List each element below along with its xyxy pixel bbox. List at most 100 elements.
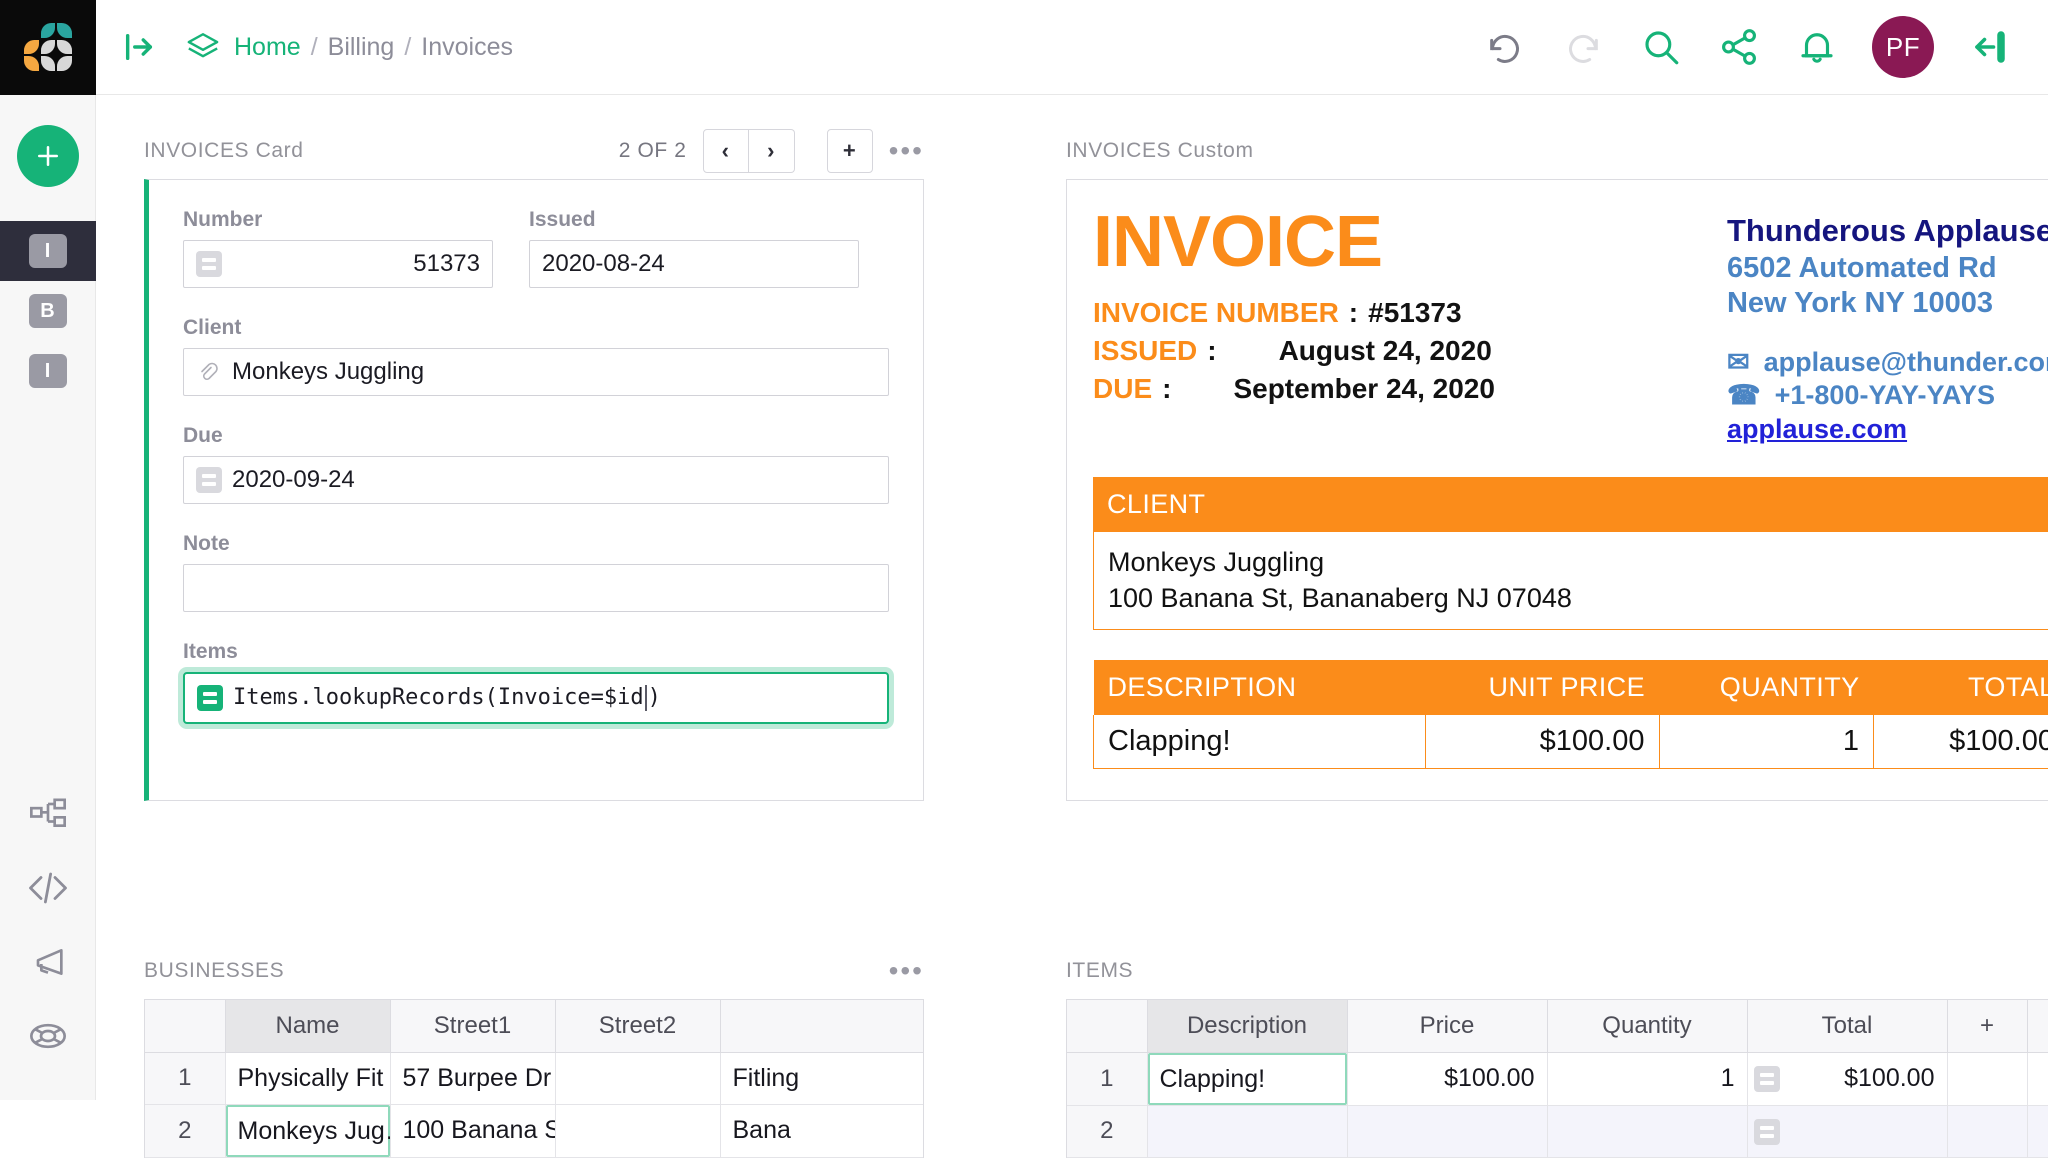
cell-price[interactable]: $100.00 [1347,1052,1547,1105]
table-row[interactable]: 1 Physically Fit 57 Burpee Dr Fitling [145,1052,924,1104]
cell-description[interactable] [1147,1105,1347,1157]
field-label-number: Number [183,208,493,232]
breadcrumb-home[interactable]: Home [234,33,301,62]
cell-name-selected[interactable]: Monkeys Jug… [225,1104,390,1157]
invoice-meta: INVOICE NUMBER : #51373 ISSUED : August … [1093,294,1707,407]
cell-addcol [1947,1052,2027,1105]
businesses-widget-menu[interactable]: ••• [889,957,924,985]
text-cursor [645,685,647,711]
colon: : [1349,294,1358,332]
formula-icon [196,467,222,493]
card-widget-menu[interactable]: ••• [889,137,924,165]
cell-street2[interactable] [555,1052,720,1104]
column-header-unit-price: UNIT PRICE [1425,660,1659,715]
cell-quantity[interactable]: 1 [1547,1052,1747,1105]
invoices-card-widget: INVOICES Card 2 OF 2 ‹ › + ••• Number 51… [144,123,924,801]
due-input[interactable]: 2020-09-24 [183,456,889,504]
line-item-unit-price: $100.00 [1425,715,1659,769]
field-label-items: Items [183,640,889,664]
colon: : [1207,332,1216,370]
search-icon[interactable] [1622,0,1700,95]
bell-icon[interactable] [1778,0,1856,95]
add-new-button[interactable] [17,125,79,187]
undo-icon[interactable] [1466,0,1544,95]
collapse-right-panel-icon[interactable] [1950,0,2028,95]
custom-widget-header: INVOICES Custom ••• [1066,123,2048,179]
company-phone: +1-800-YAY-YAYS [1775,379,1995,413]
table-row: Clapping! $100.00 1 $100.00 [1094,715,2048,769]
column-header-price[interactable]: Price [1347,1000,1547,1052]
company-website-link[interactable]: applause.com [1727,413,1907,447]
cell-street1[interactable]: 100 Banana St [390,1104,555,1157]
field-note: Note [183,532,889,612]
invoice-preview: INVOICE INVOICE NUMBER : #51373 ISSUED :… [1066,179,2048,801]
column-header-total[interactable]: Total [1747,1000,1947,1052]
layers-icon[interactable] [186,30,220,64]
issued-value: 2020-08-24 [542,250,665,278]
code-icon[interactable] [24,864,72,912]
note-input[interactable] [183,564,889,612]
invoice-issued-label: ISSUED [1093,332,1197,370]
client-address: 100 Banana St, Bananaberg NJ 07048 [1108,580,2048,616]
colon: : [1162,370,1171,408]
megaphone-icon[interactable] [24,938,72,986]
cell-total[interactable] [1747,1105,1947,1157]
issued-input[interactable]: 2020-08-24 [529,240,859,288]
company-email[interactable]: applause@thunder.com [1764,346,2048,380]
table-row[interactable]: 2 Monkeys Jug… 100 Banana St Bana [145,1104,924,1157]
grist-logo-icon [24,23,72,71]
schema-icon[interactable] [24,790,72,838]
company-street: 6502 Automated Rd [1727,251,2048,286]
cell-extra[interactable]: Bana [720,1104,924,1157]
items-widget-header: ITEMS ••• [1066,943,2048,999]
lifebuoy-icon[interactable] [24,1012,72,1060]
column-header-extra[interactable] [720,1000,924,1052]
row-number-header [145,1000,225,1052]
field-client: Client Monkeys Juggling [183,316,889,396]
cell-blank [2027,1052,2048,1105]
sidebar-badge-label: B [29,294,67,328]
cell-total-value: $100.00 [1844,1064,1934,1092]
next-record-button[interactable]: › [749,129,795,173]
cell-street1[interactable]: 57 Burpee Dr [390,1052,555,1104]
table-row[interactable]: 1 Clapping! $100.00 1 $100.00 [1067,1052,2048,1105]
table-row-new[interactable]: 2 [1067,1105,2048,1157]
record-count: 2 OF 2 [619,139,687,163]
breadcrumb-billing[interactable]: Billing [328,33,395,62]
rail-bottom-tools [24,790,72,1060]
column-header-name[interactable]: Name [225,1000,390,1052]
client-input[interactable]: Monkeys Juggling [183,348,889,396]
cell-street2[interactable] [555,1104,720,1157]
items-formula-input[interactable]: Items.lookupRecords(Invoice=$id) [183,672,889,724]
sidebar-item-businesses[interactable]: B [0,281,96,341]
number-input[interactable]: 51373 [183,240,493,288]
add-column-button[interactable]: + [1947,1000,2027,1052]
sidebar-item-invoices[interactable]: I [0,221,96,281]
prev-record-button[interactable]: ‹ [703,129,749,173]
breadcrumb-invoices[interactable]: Invoices [421,33,513,62]
cell-price[interactable] [1347,1105,1547,1157]
column-header-street1[interactable]: Street1 [390,1000,555,1052]
cell-total[interactable]: $100.00 [1747,1052,1947,1105]
items-grid: Description Price Quantity Total + 1 Cla… [1066,999,2048,1158]
company-name: Thunderous Applause [1727,212,2048,251]
cell-description-selected[interactable]: Clapping! [1147,1052,1347,1105]
column-header-quantity[interactable]: Quantity [1547,1000,1747,1052]
invoice-issued-value: August 24, 2020 [1227,332,1492,370]
column-header-street2[interactable]: Street2 [555,1000,720,1052]
cell-extra[interactable]: Fitling [720,1052,924,1104]
sidebar-item-items[interactable]: I [0,341,96,401]
avatar[interactable]: PF [1872,16,1934,78]
share-icon[interactable] [1700,0,1778,95]
field-number: Number 51373 [183,208,493,288]
open-left-panel-icon[interactable] [122,30,156,64]
line-item-description: Clapping! [1094,715,1426,769]
app-logo[interactable] [0,0,96,95]
row-number: 2 [1067,1105,1147,1157]
column-header-description[interactable]: Description [1147,1000,1347,1052]
client-name: Monkeys Juggling [1108,544,2048,580]
formula-icon [197,685,223,711]
add-record-button[interactable]: + [827,129,873,173]
cell-name[interactable]: Physically Fit [225,1052,390,1104]
cell-quantity[interactable] [1547,1105,1747,1157]
